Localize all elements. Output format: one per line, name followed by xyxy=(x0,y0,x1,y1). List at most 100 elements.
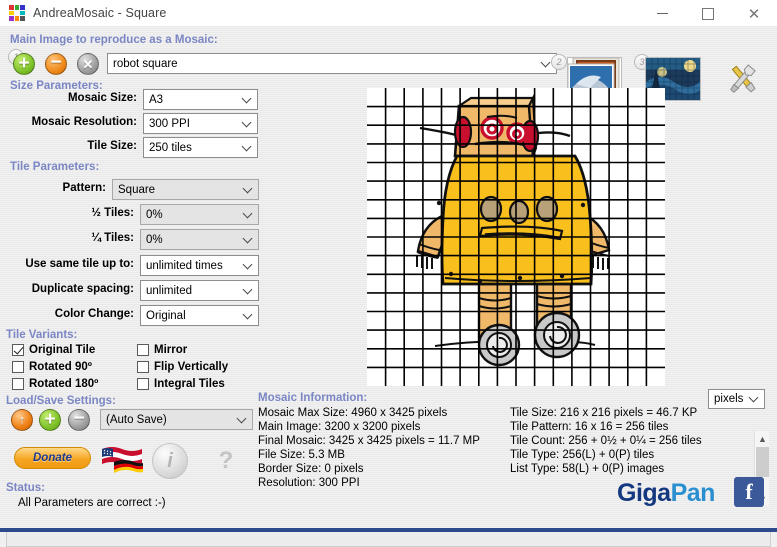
checkbox-icon xyxy=(137,344,149,356)
tile-size-label: Tile Size: xyxy=(87,140,137,152)
chevron-down-icon xyxy=(541,61,550,66)
gigapan-logo-giga: Giga xyxy=(617,479,671,507)
quarter-tiles-label: ¼ Tiles: xyxy=(91,232,134,244)
mosaic-size-value: A3 xyxy=(149,93,164,106)
main-image-combobox[interactable]: robot square xyxy=(107,53,557,74)
gigapan-logo: GigaPan xyxy=(617,479,715,508)
mosaic-resolution-combobox[interactable]: 300 PPI xyxy=(143,113,258,134)
add-main-image-button[interactable]: + xyxy=(13,53,35,75)
status-section-title: Status: xyxy=(6,482,45,494)
tile-size-combobox[interactable]: 250 tiles xyxy=(143,137,258,158)
load-save-section-title: Load/Save Settings: xyxy=(6,395,116,407)
variant-rotated-180[interactable]: Rotated 180º xyxy=(12,378,98,390)
donate-label: Donate xyxy=(33,452,72,464)
size-parameters-section-title: Size Parameters: xyxy=(10,80,103,92)
save-settings-button[interactable]: + xyxy=(39,409,61,431)
use-same-tile-label: Use same tile up to: xyxy=(25,258,134,270)
info-list-type: List Type: 58(L) + 0(P) images xyxy=(510,463,665,475)
facebook-icon: f xyxy=(745,479,753,504)
chevron-down-icon xyxy=(749,396,758,401)
color-change-combobox[interactable]: Original xyxy=(140,305,259,326)
close-button[interactable]: ✕ xyxy=(731,0,777,27)
plus-icon: + xyxy=(44,408,56,430)
checkbox-icon xyxy=(12,361,24,373)
tile-size-value: 250 tiles xyxy=(149,141,192,154)
checkbox-icon xyxy=(137,361,149,373)
chevron-down-icon xyxy=(243,288,252,293)
load-settings-button[interactable]: ↑ xyxy=(11,409,33,431)
donate-button[interactable]: Donate xyxy=(14,447,91,469)
half-tiles-label: ½ Tiles: xyxy=(91,207,134,219)
tile-variants-section-title: Tile Variants: xyxy=(6,329,78,341)
mosaic-size-combobox[interactable]: A3 xyxy=(143,89,258,110)
main-panel: Main Image to reproduce as a Mosaic: 1 +… xyxy=(0,27,777,547)
question-mark-icon: ? xyxy=(218,447,234,474)
info-main-image: Main Image: 3200 x 3200 pixels xyxy=(258,421,421,433)
use-same-tile-combobox[interactable]: unlimited times xyxy=(140,255,259,276)
pattern-combobox[interactable]: Square xyxy=(112,179,259,200)
info-button[interactable]: i xyxy=(152,443,188,479)
info-icon: i xyxy=(167,449,173,472)
variant-flip-vertically[interactable]: Flip Vertically xyxy=(137,361,228,373)
clear-main-image-button[interactable]: ✕ xyxy=(77,53,99,75)
quarter-tiles-combobox[interactable]: 0% xyxy=(140,229,259,250)
delete-settings-button[interactable]: − xyxy=(68,409,90,431)
gigapan-logo-pan: Pan xyxy=(670,479,716,507)
checkbox-icon xyxy=(137,378,149,390)
info-border-size: Border Size: 0 pixels xyxy=(258,463,364,475)
half-tiles-value: 0% xyxy=(146,208,163,221)
chevron-down-icon xyxy=(243,237,252,242)
mosaic-information-section-title: Mosaic Information: xyxy=(258,392,368,404)
taskbar-strip xyxy=(0,528,777,532)
units-value: pixels xyxy=(714,393,744,405)
minus-icon: − xyxy=(50,51,62,73)
tools-button[interactable] xyxy=(723,59,763,104)
remove-main-image-button[interactable]: − xyxy=(45,53,67,75)
flags-icon xyxy=(102,447,143,473)
variant-original-tile-label: Original Tile xyxy=(29,344,96,356)
chevron-down-icon xyxy=(243,313,252,318)
info-final-mosaic: Final Mosaic: 3425 x 3425 pixels = 11.7 … xyxy=(258,435,480,447)
variant-mirror-label: Mirror xyxy=(154,344,188,356)
help-button[interactable]: ? xyxy=(208,443,244,479)
duplicate-spacing-combobox[interactable]: unlimited xyxy=(140,280,259,301)
main-image-preview[interactable] xyxy=(367,88,665,386)
chevron-down-icon xyxy=(242,121,251,126)
tiles-thumb-badge-icon: 2 xyxy=(551,54,567,70)
variant-integral-tiles[interactable]: Integral Tiles xyxy=(137,378,225,390)
window-title-bar: AndreaMosaic - Square ✕ xyxy=(0,0,777,27)
main-image-value: robot square xyxy=(113,57,178,70)
main-image-section-title: Main Image to reproduce as a Mosaic: xyxy=(10,34,218,46)
color-change-label: Color Change: xyxy=(54,308,134,320)
chevron-down-icon xyxy=(242,97,251,102)
progress-bar xyxy=(6,531,771,547)
info-resolution: Resolution: 300 PPI xyxy=(258,477,360,489)
settings-preset-value: (Auto Save) xyxy=(106,413,167,426)
minus-icon: − xyxy=(73,407,85,429)
checkbox-icon xyxy=(12,378,24,390)
scroll-up-icon[interactable]: ▲ xyxy=(755,431,770,446)
chevron-down-icon xyxy=(243,263,252,268)
scrollbar-thumb[interactable] xyxy=(756,447,769,477)
info-file-size: File Size: 5.3 MB xyxy=(258,449,345,461)
info-tile-count: Tile Count: 256 + 0½ + 0¼ = 256 tiles xyxy=(510,435,702,447)
half-tiles-combobox[interactable]: 0% xyxy=(140,204,259,225)
settings-preset-combobox[interactable]: (Auto Save) xyxy=(100,409,253,430)
info-tile-size: Tile Size: 216 x 216 pixels = 46.7 KP xyxy=(510,407,698,419)
chevron-down-icon xyxy=(242,145,251,150)
units-combobox[interactable]: pixels xyxy=(708,389,765,409)
maximize-button[interactable] xyxy=(685,0,731,27)
chevron-down-icon xyxy=(237,417,246,422)
tile-parameters-section-title: Tile Parameters: xyxy=(10,161,100,173)
variant-original-tile[interactable]: Original Tile xyxy=(12,344,95,356)
variant-mirror[interactable]: Mirror xyxy=(137,344,187,356)
close-icon: ✕ xyxy=(82,56,94,72)
arrow-up-icon: ↑ xyxy=(18,412,26,427)
pattern-label: Pattern: xyxy=(62,182,106,194)
info-tile-type: Tile Type: 256(L) + 0(P) tiles xyxy=(510,449,655,461)
facebook-button[interactable]: f xyxy=(734,477,764,507)
minimize-button[interactable] xyxy=(639,0,685,27)
variant-rotated-90[interactable]: Rotated 90º xyxy=(12,361,92,373)
mosaic-size-label: Mosaic Size: xyxy=(67,92,137,104)
language-flags-button[interactable] xyxy=(100,445,144,478)
